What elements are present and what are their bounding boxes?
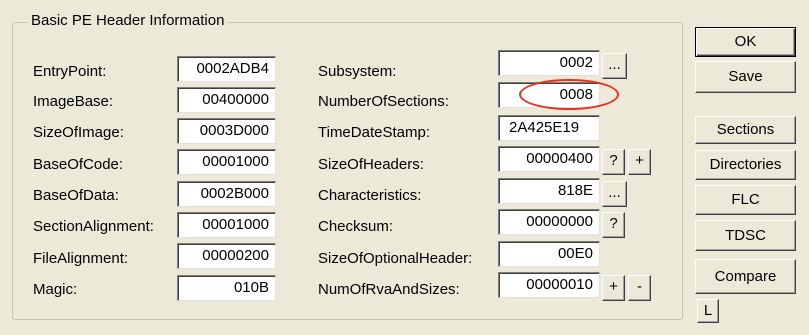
entrypoint-label: EntryPoint: (33, 63, 107, 80)
baseofdata-field[interactable]: 0002B000 (177, 181, 276, 207)
rva-plus-button[interactable]: + (602, 275, 625, 301)
l-button[interactable]: L (697, 299, 719, 323)
ok-button[interactable]: OK (695, 27, 796, 57)
magic-field[interactable]: 010B (177, 275, 276, 301)
compare-button[interactable]: Compare (695, 259, 796, 294)
subsystem-label: Subsystem: (318, 63, 397, 80)
sizeofheaders-label: SizeOfHeaders: (318, 156, 424, 173)
imagebase-field[interactable]: 00400000 (177, 87, 276, 113)
characteristics-field[interactable]: 818E (498, 178, 600, 204)
timedatestamp-field[interactable]: 2A425E19 (498, 115, 600, 141)
numberofsections-label: NumberOfSections: (318, 93, 449, 110)
filealignment-label: FileAlignment: (33, 250, 129, 267)
tdsc-button[interactable]: TDSC (695, 220, 796, 251)
characteristics-more-button[interactable]: ... (602, 181, 627, 207)
sizeofheaders-plus-button[interactable]: + (628, 149, 651, 175)
sizeofoptionalheader-field[interactable]: 00E0 (498, 241, 600, 267)
sizeofheaders-help-button[interactable]: ? (602, 149, 625, 175)
subsystem-more-button[interactable]: ... (602, 53, 627, 79)
checksum-field[interactable]: 00000000 (498, 209, 600, 235)
baseofcode-field[interactable]: 00001000 (177, 149, 276, 175)
directories-button[interactable]: Directories (695, 150, 796, 180)
checksum-label: Checksum: (318, 218, 394, 235)
timedatestamp-label: TimeDateStamp: (318, 124, 430, 141)
sections-button[interactable]: Sections (695, 116, 796, 144)
highlight-ellipse (519, 79, 619, 110)
sizeofimage-label: SizeOfImage: (33, 124, 124, 141)
numofrvaandsizes-label: NumOfRvaAndSizes: (318, 281, 460, 298)
sizeofheaders-field[interactable]: 00000400 (498, 146, 600, 172)
groupbox-title: Basic PE Header Information (28, 12, 228, 29)
entrypoint-field[interactable]: 0002ADB4 (177, 56, 276, 82)
save-button[interactable]: Save (695, 61, 796, 93)
sectionalignment-label: SectionAlignment: (33, 218, 154, 235)
baseofdata-label: BaseOfData: (33, 187, 119, 204)
sectionalignment-field[interactable]: 00001000 (177, 212, 276, 238)
numofrvaandsizes-field[interactable]: 00000010 (498, 272, 600, 298)
magic-label: Magic: (33, 281, 78, 298)
flc-button[interactable]: FLC (695, 185, 796, 215)
baseofcode-label: BaseOfCode: (33, 156, 124, 173)
characteristics-label: Characteristics: (318, 187, 422, 204)
rva-minus-button[interactable]: - (628, 275, 651, 301)
sizeofoptionalheader-label: SizeOfOptionalHeader: (318, 250, 473, 267)
filealignment-field[interactable]: 00000200 (177, 243, 276, 269)
sizeofimage-field[interactable]: 0003D000 (177, 118, 276, 144)
imagebase-label: ImageBase: (33, 93, 114, 110)
checksum-help-button[interactable]: ? (602, 212, 625, 238)
subsystem-field[interactable]: 0002 (498, 50, 600, 76)
